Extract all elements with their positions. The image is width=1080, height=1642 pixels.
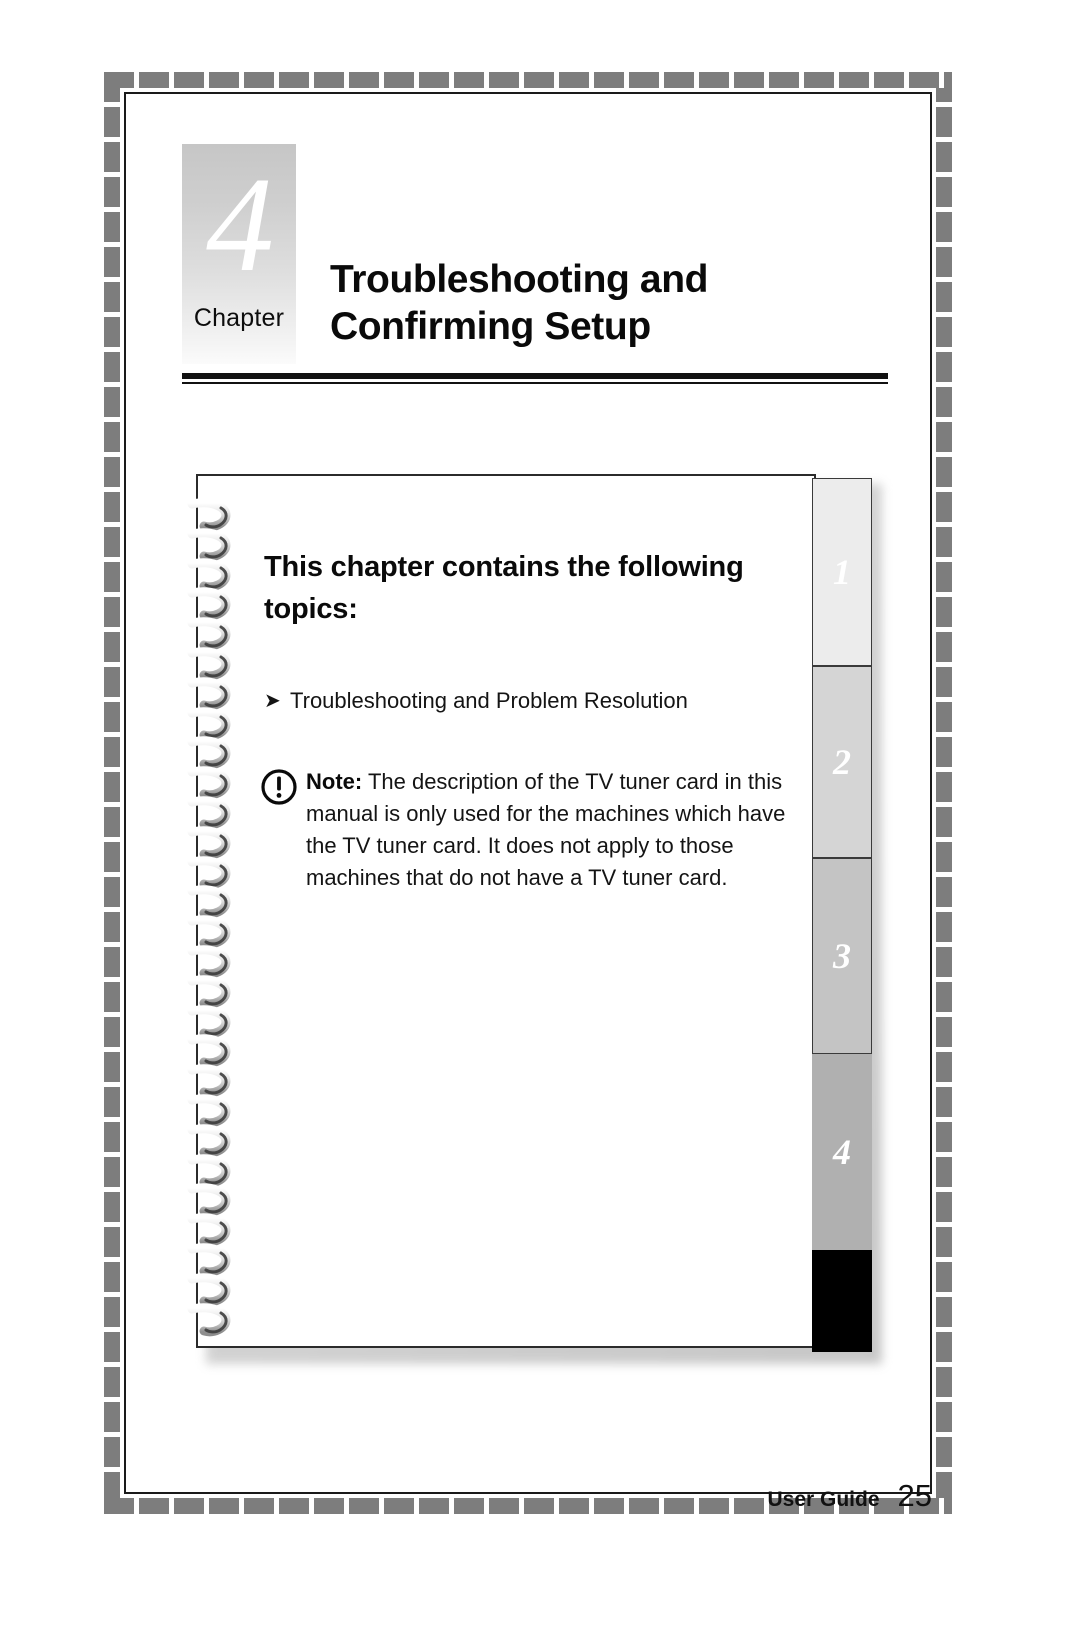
title-rule-thin — [182, 382, 888, 384]
spiral-coil — [182, 647, 238, 681]
spiral-coil — [182, 975, 238, 1009]
warning-exclamation-icon — [260, 766, 306, 811]
spiral-coil — [182, 796, 238, 830]
spiral-coil — [182, 1064, 238, 1098]
spiral-coil — [182, 885, 238, 919]
chapter-tab-1-label: 1 — [833, 552, 851, 592]
chapter-tab-3-label: 3 — [833, 936, 851, 976]
spiral-coil — [182, 1034, 238, 1068]
spiral-coil — [182, 826, 238, 860]
spiral-coil — [182, 677, 238, 711]
spiral-coil — [182, 707, 238, 740]
spiral-coil — [182, 766, 238, 800]
spiral-coil — [182, 945, 238, 979]
spiral-coil — [182, 587, 238, 621]
spiral-coil — [182, 1183, 238, 1217]
chapter-tab-2[interactable]: 2 — [812, 666, 872, 858]
chapter-header: 4 Chapter Troubleshooting and Confirming… — [182, 144, 888, 384]
notebook-illustration: 1 2 3 4 This chapter contains the follow… — [187, 474, 882, 1364]
title-rule-thick — [182, 373, 888, 379]
contents-heading: This chapter contains the following topi… — [264, 551, 744, 625]
spiral-coil — [182, 558, 238, 591]
spiral-coil — [182, 617, 238, 651]
note-block: Note: The description of the TV tuner ca… — [260, 766, 790, 894]
note-text: The description of the TV tuner card in … — [306, 769, 786, 890]
spiral-coil — [182, 1154, 238, 1187]
page-title: Troubleshooting and Confirming Setup — [330, 258, 709, 348]
spiral-coil — [182, 1094, 238, 1128]
footer-label: User Guide — [767, 1488, 880, 1511]
page-number: 25 — [897, 1478, 932, 1513]
spiral-coil — [182, 528, 238, 562]
chapter-tab-5[interactable] — [812, 1250, 872, 1352]
chapter-tab-2-label: 2 — [833, 742, 851, 782]
chapter-number: 4 — [206, 150, 274, 300]
chapter-badge: 4 Chapter — [182, 144, 296, 364]
spiral-coil — [182, 1243, 238, 1277]
spiral-coil — [182, 915, 238, 949]
chapter-tab-1[interactable]: 1 — [812, 478, 872, 666]
spiral-coil — [182, 1213, 238, 1247]
chapter-tab-stack: 1 2 3 4 — [812, 478, 872, 1352]
spiral-coil — [182, 1273, 238, 1307]
list-item: ➤ Troubleshooting and Problem Resolution — [264, 686, 784, 716]
spiral-binding — [182, 498, 244, 1336]
topic-label: Troubleshooting and Problem Resolution — [290, 688, 688, 713]
spiral-coil — [182, 736, 238, 770]
spiral-coil — [182, 856, 238, 889]
arrow-bullet-icon: ➤ — [264, 690, 281, 712]
note-label: Note: — [306, 769, 363, 794]
chapter-tab-3[interactable]: 3 — [812, 858, 872, 1054]
spiral-coil — [182, 498, 238, 532]
page-footer: User Guide 25 — [767, 1478, 932, 1514]
spiral-coil — [182, 1005, 238, 1038]
chapter-tab-4[interactable]: 4 — [812, 1054, 872, 1250]
topic-list: ➤ Troubleshooting and Problem Resolution — [264, 686, 784, 716]
chapter-label: Chapter — [193, 304, 285, 332]
chapter-tab-4-label: 4 — [833, 1132, 851, 1172]
spiral-coil — [182, 1124, 238, 1158]
spiral-coil — [182, 1303, 238, 1336]
note-body: Note: The description of the TV tuner ca… — [306, 766, 790, 894]
